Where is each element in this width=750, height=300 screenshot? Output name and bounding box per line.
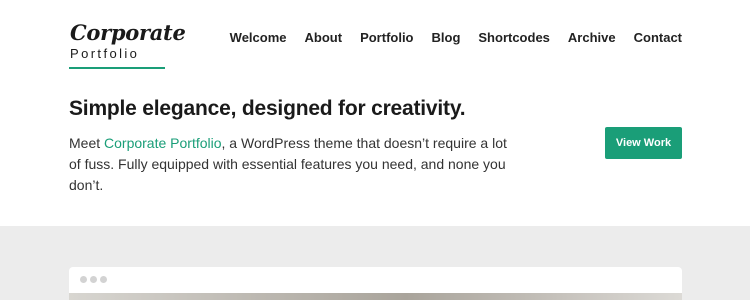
- logo-script-text: Corporate: [70, 20, 186, 45]
- window-dots: [80, 276, 107, 283]
- nav-item-about[interactable]: About: [296, 30, 352, 45]
- window-dot-icon: [90, 276, 97, 283]
- site-header: Corporate Portfolio Welcome About Portfo…: [0, 0, 750, 90]
- nav-item-contact[interactable]: Contact: [625, 30, 682, 45]
- site-logo[interactable]: Corporate Portfolio: [69, 20, 186, 72]
- logo-subtitle: Portfolio: [70, 46, 140, 61]
- nav-item-welcome[interactable]: Welcome: [221, 30, 296, 45]
- window-dot-icon: [80, 276, 87, 283]
- brand-link[interactable]: Corporate Portfolio: [104, 135, 222, 151]
- nav-item-shortcodes[interactable]: Shortcodes: [469, 30, 559, 45]
- hero-text-before: Meet: [69, 135, 105, 151]
- logo-underline: [69, 67, 165, 69]
- hero-title: Simple elegance, designed for creativity…: [69, 97, 466, 120]
- nav-item-blog[interactable]: Blog: [423, 30, 470, 45]
- nav-item-portfolio[interactable]: Portfolio: [351, 30, 422, 45]
- browser-mockup: [69, 267, 682, 300]
- nav-item-archive[interactable]: Archive: [559, 30, 625, 45]
- view-work-button[interactable]: View Work: [605, 127, 682, 159]
- preview-image: [69, 293, 682, 300]
- window-dot-icon: [100, 276, 107, 283]
- main-nav: Welcome About Portfolio Blog Shortcodes …: [221, 30, 682, 45]
- hero-description: Meet Corporate Portfolio, a WordPress th…: [69, 133, 509, 196]
